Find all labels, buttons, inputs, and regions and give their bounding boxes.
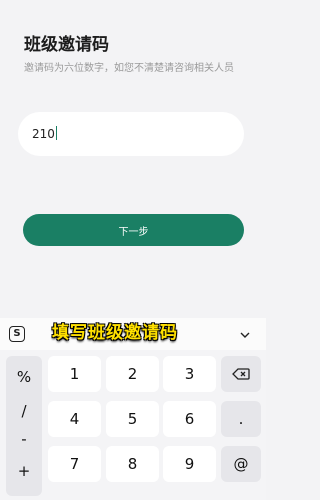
- chevron-down-icon[interactable]: [240, 330, 250, 340]
- invite-code-input[interactable]: 210: [18, 112, 244, 156]
- key-4[interactable]: 4: [48, 401, 101, 437]
- key-slash[interactable]: /: [6, 402, 42, 420]
- key-minus[interactable]: -: [6, 430, 42, 448]
- key-8[interactable]: 8: [106, 446, 159, 482]
- key-1[interactable]: 1: [48, 356, 101, 392]
- ime-logo-icon[interactable]: S: [9, 326, 25, 342]
- page-description: 邀请码为六位数字，如您不清楚请咨询相关人员: [24, 63, 234, 74]
- at-key[interactable]: @: [221, 446, 261, 482]
- next-step-button[interactable]: 下一步: [23, 214, 244, 246]
- invite-code-value: 210: [32, 126, 58, 141]
- key-3[interactable]: 3: [163, 356, 216, 392]
- numeric-keyboard: % / - + 1 2 3 4 5 6 . 7 8 9 @: [0, 350, 266, 500]
- key-plus[interactable]: +: [6, 462, 42, 480]
- backspace-key[interactable]: [221, 356, 261, 392]
- key-6[interactable]: 6: [163, 401, 216, 437]
- symbol-column: % / - +: [6, 356, 42, 496]
- text-caret: [55, 126, 58, 140]
- key-9[interactable]: 9: [163, 446, 216, 482]
- backspace-icon: [232, 368, 250, 380]
- key-2[interactable]: 2: [106, 356, 159, 392]
- key-5[interactable]: 5: [106, 401, 159, 437]
- key-7[interactable]: 7: [48, 446, 101, 482]
- video-caption: 填写班级邀请码: [52, 323, 178, 343]
- key-percent[interactable]: %: [6, 368, 42, 386]
- page-title: 班级邀请码: [24, 35, 109, 55]
- dot-key[interactable]: .: [221, 401, 261, 437]
- class-invite-page: 班级邀请码 邀请码为六位数字，如您不清楚请咨询相关人员 210 下一步: [0, 0, 266, 318]
